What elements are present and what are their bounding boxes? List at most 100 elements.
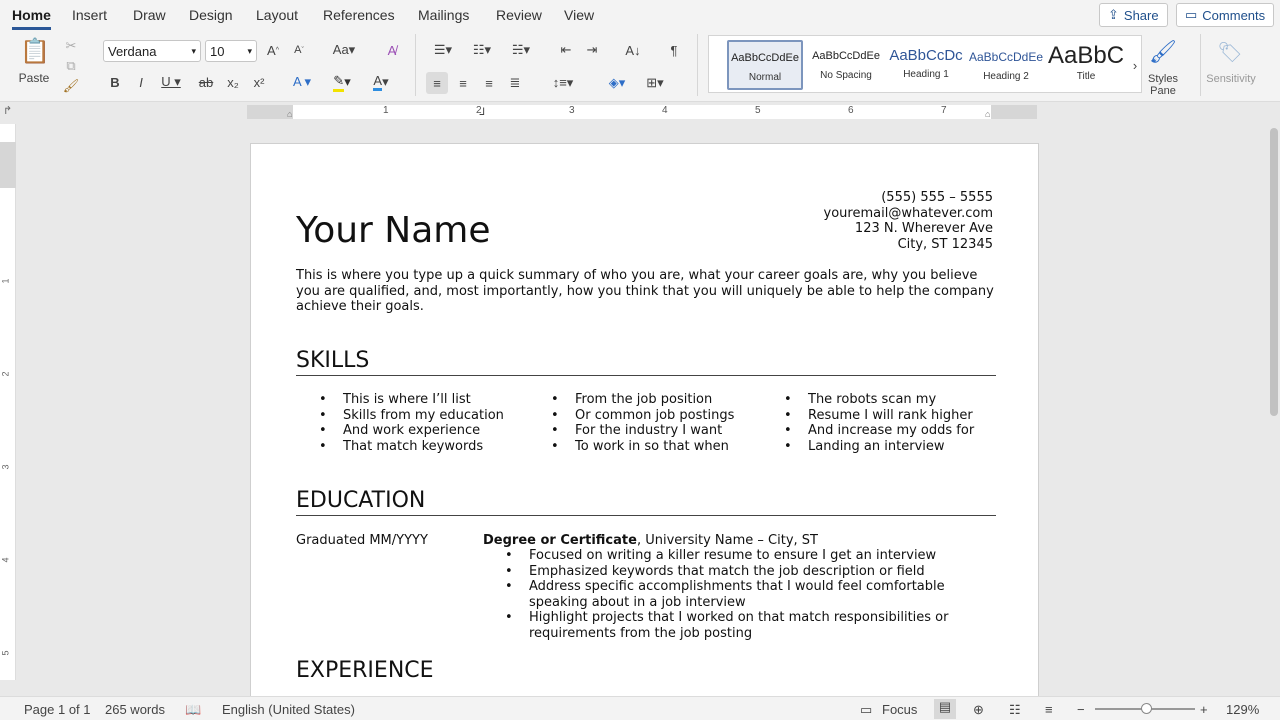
list-item: Landing an interview (784, 439, 974, 455)
font-name-select[interactable]: Verdana ▾ (103, 40, 201, 62)
decrease-indent-icon[interactable]: ⇤ (556, 40, 576, 60)
comments-button[interactable]: ▭ Comments (1176, 3, 1275, 27)
ribbon-tabs: Home Insert Draw Design Layout Reference… (0, 0, 1280, 30)
format-painter-icon[interactable]: 🖌 (63, 78, 80, 94)
ribbon-toolbar: 📋 Paste ✂ ⧉ 🖌 Verdana ▾ 10 ▾ A ^ Aˇ Aa▾ A… (0, 30, 1280, 102)
share-icon: ⇪ (1108, 7, 1119, 22)
bullets-icon[interactable]: ☰▾ (427, 40, 459, 60)
styles-next-icon[interactable]: › (1129, 58, 1141, 73)
document-page[interactable]: (555) 555 – 5555 youremail@whatever.com … (250, 143, 1039, 703)
change-case-icon[interactable]: Aa▾ (330, 40, 358, 60)
tab-home[interactable]: Home (12, 7, 51, 30)
tab-stop-icon[interactable]: ᒧ (479, 107, 485, 118)
grow-font-icon[interactable]: A ^ (265, 40, 281, 60)
right-margin (991, 105, 1037, 119)
style-heading-2[interactable]: AaBbCcDdEe Heading 2 (968, 40, 1044, 90)
justify-button[interactable]: ≣ (505, 72, 525, 94)
font-name-value: Verdana (108, 43, 157, 59)
resume-name: Your Name (296, 210, 491, 251)
paste-icon[interactable]: 📋 (18, 36, 52, 66)
page-count[interactable]: Page 1 of 1 (24, 702, 91, 717)
sensitivity-button[interactable]: Sensitivity (1204, 72, 1258, 86)
proofing-icon[interactable]: 📖 (185, 702, 201, 718)
underline-button[interactable]: U ▾ (157, 72, 185, 92)
right-indent-marker-icon[interactable]: ⌂ (985, 109, 990, 119)
strikethrough-button[interactable]: ab (196, 72, 216, 92)
divider (697, 34, 698, 96)
copy-icon[interactable]: ⧉ (63, 58, 79, 74)
zoom-level[interactable]: 129% (1226, 702, 1259, 717)
tab-view[interactable]: View (564, 7, 594, 23)
shading-icon[interactable]: ◈▾ (600, 72, 634, 94)
align-right-button[interactable]: ≡ (479, 72, 499, 94)
tab-review[interactable]: Review (496, 7, 542, 23)
tab-references[interactable]: References (323, 7, 395, 23)
list-item: This is where I’ll list (319, 392, 504, 408)
sort-icon[interactable]: A↓ (622, 40, 644, 60)
tab-design[interactable]: Design (189, 7, 233, 23)
multilevel-list-icon[interactable]: ☵▾ (505, 40, 537, 60)
ruler-track[interactable]: 1 2 3 4 5 6 7 ⌂ ᒧ ⌂ (247, 105, 1037, 119)
tab-selector-icon[interactable]: ↱ (3, 104, 12, 117)
subscript-button[interactable]: x₂ (223, 72, 243, 92)
tab-mailings[interactable]: Mailings (418, 7, 469, 23)
style-no-spacing[interactable]: AaBbCcDdEe No Spacing (808, 40, 884, 90)
cut-icon[interactable]: ✂ (63, 38, 79, 54)
list-item: And increase my odds for (784, 423, 974, 439)
indent-marker-icon[interactable]: ⌂ (287, 109, 292, 119)
list-item: The robots scan my (784, 392, 974, 408)
zoom-in-button[interactable]: + (1200, 702, 1208, 717)
align-left-button[interactable]: ≡ (426, 72, 448, 94)
status-bar: Page 1 of 1 265 words 📖 English (United … (0, 696, 1280, 720)
experience-heading: EXPERIENCE (296, 658, 434, 683)
style-title[interactable]: AaBbC Title (1048, 40, 1124, 90)
list-item: Highlight projects that I worked on that… (505, 610, 965, 641)
style-preview: AaBbCcDdEe (812, 50, 880, 62)
highlight-icon[interactable]: ✎ ▾ (326, 72, 358, 92)
line-spacing-icon[interactable]: ↕≡▾ (546, 72, 580, 94)
print-layout-icon[interactable]: ▤ (934, 699, 956, 719)
focus-button[interactable]: Focus (882, 702, 917, 717)
numbering-icon[interactable]: ☷▾ (466, 40, 498, 60)
bold-button[interactable]: B (106, 72, 124, 92)
share-button[interactable]: ⇪ Share (1099, 3, 1168, 27)
list-item: Emphasized keywords that match the job d… (505, 564, 965, 580)
styles-pane-icon[interactable]: 🖌 (1148, 36, 1178, 68)
list-item: From the job position (551, 392, 734, 408)
borders-icon[interactable]: ⊞▾ (638, 72, 672, 94)
styles-pane-button[interactable]: Styles Pane (1140, 71, 1186, 99)
divider (415, 34, 416, 96)
text-effects-icon[interactable]: A ▾ (287, 72, 317, 92)
web-layout-icon[interactable]: ⊕ (973, 702, 984, 718)
show-formatting-icon[interactable]: ¶ (664, 40, 684, 60)
zoom-out-button[interactable]: − (1077, 702, 1085, 717)
language[interactable]: English (United States) (222, 702, 355, 717)
word-count[interactable]: 265 words (105, 702, 165, 717)
ruler-number: 5 (755, 105, 761, 116)
style-normal[interactable]: AaBbCcDdEe Normal (727, 40, 803, 90)
align-center-button[interactable]: ≡ (453, 72, 473, 94)
increase-indent-icon[interactable]: ⇥ (582, 40, 602, 60)
italic-button[interactable]: I (132, 72, 150, 92)
tab-draw[interactable]: Draw (133, 7, 166, 23)
superscript-button[interactable]: x² (249, 72, 269, 92)
font-size-select[interactable]: 10 ▾ (205, 40, 257, 62)
clear-formatting-icon[interactable]: A̸ (382, 40, 402, 60)
style-label: No Spacing (820, 70, 872, 81)
draft-icon[interactable]: ≡ (1045, 702, 1053, 717)
sensitivity-icon[interactable]: 🏷 (1212, 36, 1248, 68)
font-color-icon[interactable]: A ▾ (365, 72, 397, 92)
summary-paragraph: This is where you type up a quick summar… (296, 268, 994, 315)
vertical-scrollbar[interactable] (1270, 128, 1278, 416)
paste-button[interactable]: Paste (16, 71, 52, 85)
tab-insert[interactable]: Insert (72, 7, 107, 23)
tab-layout[interactable]: Layout (256, 7, 298, 23)
style-label: Heading 2 (983, 71, 1029, 82)
outline-icon[interactable]: ☷ (1009, 702, 1021, 718)
style-heading-1[interactable]: AaBbCcDc Heading 1 (888, 40, 964, 90)
zoom-slider-thumb[interactable] (1141, 703, 1152, 714)
degree-line: Degree or Certificate, University Name –… (483, 533, 818, 548)
comments-label: Comments (1202, 7, 1266, 23)
shrink-font-icon[interactable]: Aˇ (291, 40, 307, 60)
style-preview: AaBbC (1048, 42, 1124, 69)
